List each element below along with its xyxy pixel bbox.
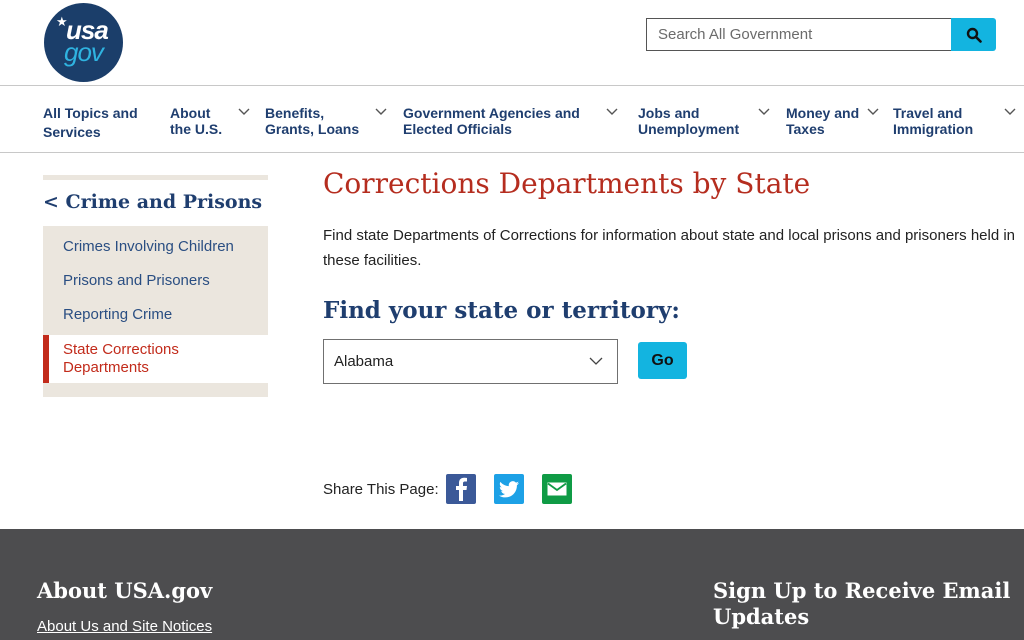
sidebar-item-crimes-involving-children[interactable]: Crimes Involving Children xyxy=(43,231,268,265)
chevron-down-icon[interactable] xyxy=(606,108,618,116)
go-button[interactable]: Go xyxy=(638,342,687,379)
find-state-heading: Find your state or territory: xyxy=(323,297,680,324)
about-us-link[interactable]: About Us and Site Notices xyxy=(37,618,212,635)
intro-text: Find state Departments of Corrections fo… xyxy=(323,227,1016,269)
nav-all-topics[interactable]: All Topics and Services xyxy=(43,105,138,140)
footer-about-heading: About USA.gov xyxy=(37,578,213,603)
sidebar-list: Crimes Involving Children Prisons and Pr… xyxy=(43,226,268,397)
search-button[interactable] xyxy=(951,18,996,51)
nav-money[interactable]: Money and Taxes xyxy=(786,105,859,137)
logo-text-gov: gov xyxy=(64,37,104,67)
nav-label: Jobs and xyxy=(638,105,700,121)
nav-label: Money and xyxy=(786,105,860,121)
nav-label: Benefits, xyxy=(265,105,325,121)
nav-label: Elected Officials xyxy=(403,121,512,137)
chevron-down-icon[interactable] xyxy=(238,108,250,116)
sidebar-item-prisons-and-prisoners[interactable]: Prisons and Prisoners xyxy=(43,265,268,299)
nav-label: All Topics and xyxy=(43,105,138,121)
main-nav: All Topics and Services About the U.S. B… xyxy=(0,87,1024,153)
site-header: ★ usa gov xyxy=(0,0,1024,86)
sidebar-parent-link[interactable]: < Crime and Prisons xyxy=(43,180,268,226)
state-select[interactable]: Alabama xyxy=(323,339,618,384)
email-share-button[interactable] xyxy=(541,474,572,504)
state-select-value: Alabama xyxy=(334,353,394,370)
usagov-logo[interactable]: ★ usa gov xyxy=(44,3,123,82)
signup-heading-line2: Updates xyxy=(713,604,810,629)
chevron-down-icon[interactable] xyxy=(1004,108,1016,116)
site-footer: About USA.gov About Us and Site Notices … xyxy=(0,529,1024,640)
nav-benefits[interactable]: Benefits, Grants, Loans xyxy=(265,105,359,137)
nav-label: Grants, Loans xyxy=(265,121,360,137)
nav-jobs[interactable]: Jobs and Unemployment xyxy=(638,105,739,137)
search-icon xyxy=(966,27,982,43)
chevron-down-icon[interactable] xyxy=(758,108,770,116)
nav-about-us[interactable]: About the U.S. xyxy=(170,105,222,137)
nav-label: Travel and xyxy=(893,105,963,121)
nav-government-agencies[interactable]: Government Agencies and Elected Official… xyxy=(403,105,580,137)
main-content: Corrections Departments by State Find st… xyxy=(323,162,1023,389)
facebook-icon xyxy=(455,477,467,501)
footer-signup-heading: Sign Up to Receive Email Updates xyxy=(713,578,1010,630)
nav-label: the U.S. xyxy=(170,121,223,137)
nav-label: About xyxy=(170,105,211,121)
chevron-down-icon[interactable] xyxy=(867,108,879,116)
nav-label: Immigration xyxy=(893,121,974,137)
nav-travel[interactable]: Travel and Immigration xyxy=(893,105,973,137)
email-icon xyxy=(547,482,567,496)
chevron-down-icon xyxy=(589,357,603,365)
twitter-share-button[interactable] xyxy=(493,474,524,504)
share-bar: Share This Page: xyxy=(323,473,590,505)
state-form: Alabama Go xyxy=(323,339,1023,389)
facebook-share-button[interactable] xyxy=(445,474,476,504)
nav-label: Services xyxy=(43,124,101,140)
sidebar-nav: < Crime and Prisons Crimes Involving Chi… xyxy=(43,175,268,397)
nav-label: Taxes xyxy=(786,121,825,137)
signup-heading-line1: Sign Up to Receive Email xyxy=(713,578,1011,603)
sidebar-item-reporting-crime[interactable]: Reporting Crime xyxy=(43,299,268,333)
nav-label: Unemployment xyxy=(638,121,740,137)
page-title: Corrections Departments by State xyxy=(323,167,811,200)
search-input[interactable] xyxy=(646,18,952,51)
search-form xyxy=(646,18,996,51)
chevron-down-icon[interactable] xyxy=(375,108,387,116)
sidebar-item-state-corrections-departments[interactable]: State Corrections Departments xyxy=(43,335,268,383)
twitter-icon xyxy=(498,480,519,497)
share-label: Share This Page: xyxy=(323,480,439,498)
nav-label: Government Agencies and xyxy=(403,105,580,121)
